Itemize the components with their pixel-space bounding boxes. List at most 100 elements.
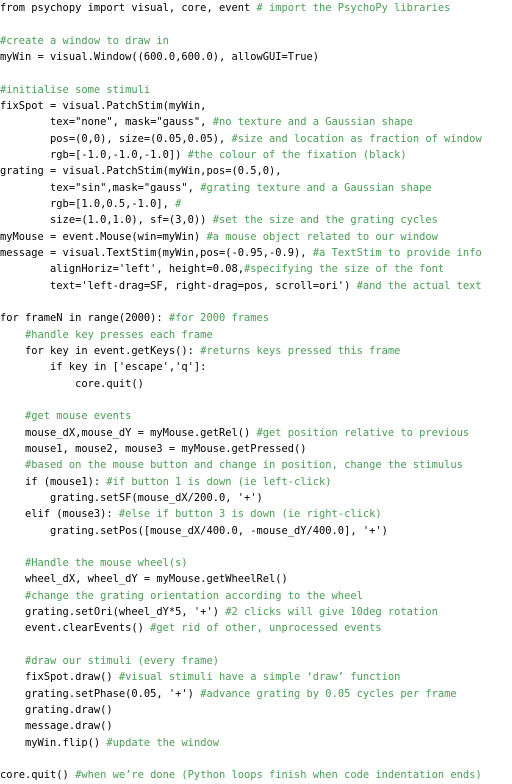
code-comment: #visual stimuli have a simple ‘draw’ fun… bbox=[118, 671, 401, 684]
code-text: wheel_dX, wheel_dY = myMouse.getWheelRel… bbox=[0, 573, 288, 586]
code-comment: #advance grating by 0.05 cycles per fram… bbox=[200, 687, 457, 700]
code-text: grating.setSF(mouse_dX/200.0, '+') bbox=[0, 491, 263, 504]
code-text: myMouse = event.Mouse(win=myWin) bbox=[0, 230, 207, 243]
code-text: for frameN in range(2000): bbox=[0, 312, 169, 325]
code-text: fixSpot = visual.PatchStim(myWin, bbox=[0, 99, 207, 112]
code-line: #get mouse events bbox=[0, 408, 512, 424]
code-comment: #draw our stimuli (every frame) bbox=[0, 655, 219, 668]
code-line: from psychopy import visual, core, event… bbox=[0, 0, 512, 16]
code-comment: #specifying the size of the font bbox=[243, 263, 445, 276]
code-line: grating.draw() bbox=[0, 702, 512, 718]
code-line: elif (mouse3): #else if button 3 is down… bbox=[0, 506, 512, 522]
code-comment: #for 2000 frames bbox=[168, 312, 269, 325]
code-comment: #when we’re done (Python loops finish wh… bbox=[75, 769, 482, 782]
code-line: fixSpot.draw() #visual stimuli have a si… bbox=[0, 669, 512, 685]
code-comment: #if button 1 is down (ie left-click) bbox=[106, 475, 332, 488]
code-line: #handle key presses each frame bbox=[0, 327, 512, 343]
code-line: tex="sin",mask="gauss", #grating texture… bbox=[0, 180, 512, 196]
code-line: if (mouse1): #if button 1 is down (ie le… bbox=[0, 474, 512, 490]
code-line: for frameN in range(2000): #for 2000 fra… bbox=[0, 310, 512, 326]
code-text: from psychopy import visual, core, event bbox=[0, 2, 257, 14]
code-comment: #set the size and the grating cycles bbox=[212, 214, 438, 227]
code-line: #based on the mouse button and change in… bbox=[0, 457, 512, 473]
code-line: mouse_dX,mouse_dY = myMouse.getRel() #ge… bbox=[0, 425, 512, 441]
code-text: grating.setPhase(0.05, '+') bbox=[0, 687, 201, 700]
code-text: if key in ['escape','q']: bbox=[0, 361, 207, 374]
code-text: core.quit() bbox=[0, 377, 144, 390]
code-text: event.clearEvents() bbox=[0, 622, 151, 635]
code-text: grating.draw() bbox=[0, 704, 113, 717]
code-text: mouse_dX,mouse_dY = myMouse.getRel() bbox=[0, 426, 257, 439]
code-line: #Handle the mouse wheel(s) bbox=[0, 555, 512, 571]
code-text: myWin.flip() bbox=[0, 736, 107, 749]
code-line: size=(1.0,1.0), sf=(3,0)) #set the size … bbox=[0, 212, 512, 228]
code-text: pos=(0,0), size=(0.05,0.05), bbox=[0, 132, 232, 145]
code-line: wheel_dX, wheel_dY = myMouse.getWheelRel… bbox=[0, 571, 512, 587]
code-text: tex="none", mask="gauss", bbox=[0, 116, 213, 129]
code-text: message.draw() bbox=[0, 720, 113, 733]
code-line: grating.setPhase(0.05, '+') #advance gra… bbox=[0, 686, 512, 702]
code-comment: #a TextStim to provide info bbox=[312, 246, 482, 259]
code-text: grating.setOri(wheel_dY*5, '+') bbox=[0, 606, 226, 619]
code-text: size=(1.0,1.0), sf=(3,0)) bbox=[0, 214, 213, 227]
code-line: core.quit() #when we’re done (Python loo… bbox=[0, 767, 512, 783]
code-listing: from psychopy import visual, core, event… bbox=[0, 0, 512, 781]
code-text: rgb=[1.0,0.5,-1.0], bbox=[0, 197, 176, 210]
code-comment: #returns keys pressed this frame bbox=[200, 344, 401, 357]
code-comment: #update the window bbox=[106, 736, 219, 749]
code-line: core.quit() bbox=[0, 376, 512, 392]
code-text: alignHoriz='left', height=0.08, bbox=[0, 263, 244, 276]
code-line: mouse1, mouse2, mouse3 = myMouse.getPres… bbox=[0, 441, 512, 457]
code-line: #draw our stimuli (every frame) bbox=[0, 653, 512, 669]
code-line: rgb=[1.0,0.5,-1.0], # bbox=[0, 196, 512, 212]
code-line: pos=(0,0), size=(0.05,0.05), #size and l… bbox=[0, 131, 512, 147]
code-line: #initialise some stimuli bbox=[0, 82, 512, 98]
code-comment: #change the grating orientation accordin… bbox=[0, 589, 363, 602]
code-text: for key in event.getKeys(): bbox=[0, 344, 201, 357]
code-comment: #initialise some stimuli bbox=[0, 83, 151, 96]
code-line: grating = visual.PatchStim(myWin,pos=(0.… bbox=[0, 163, 512, 179]
code-line: #create a window to draw in bbox=[0, 33, 512, 49]
code-text: myWin = visual.Window((600.0,600.0), all… bbox=[0, 50, 320, 63]
code-text: elif (mouse3): bbox=[0, 508, 119, 521]
code-comment: #get mouse events bbox=[0, 410, 132, 423]
code-comment: #handle key presses each frame bbox=[0, 328, 213, 341]
code-text: mouse1, mouse2, mouse3 = myMouse.getPres… bbox=[0, 442, 307, 455]
code-comment: #2 clicks will give 10deg rotation bbox=[225, 606, 438, 619]
code-comment: #else if button 3 is down (ie right-clic… bbox=[118, 508, 382, 521]
code-line: myWin = visual.Window((600.0,600.0), all… bbox=[0, 49, 512, 65]
code-comment: #based on the mouse button and change in… bbox=[0, 459, 463, 472]
code-line: myMouse = event.Mouse(win=myWin) #a mous… bbox=[0, 229, 512, 245]
code-comment: #get position relative to previous bbox=[256, 426, 470, 439]
code-line: message.draw() bbox=[0, 718, 512, 734]
code-text: fixSpot.draw() bbox=[0, 671, 119, 684]
code-line: event.clearEvents() #get rid of other, u… bbox=[0, 620, 512, 636]
code-line: grating.setOri(wheel_dY*5, '+') #2 click… bbox=[0, 604, 512, 620]
code-line: message = visual.TextStim(myWin,pos=(-0.… bbox=[0, 245, 512, 261]
code-line: text='left-drag=SF, right-drag=pos, scro… bbox=[0, 278, 512, 294]
code-line: grating.setPos([mouse_dX/400.0, -mouse_d… bbox=[0, 523, 512, 539]
code-text: text='left-drag=SF, right-drag=pos, scro… bbox=[0, 279, 357, 292]
code-line: for key in event.getKeys(): #returns key… bbox=[0, 343, 512, 359]
code-line: tex="none", mask="gauss", #no texture an… bbox=[0, 114, 512, 130]
code-line: alignHoriz='left', height=0.08,#specifyi… bbox=[0, 261, 512, 277]
code-comment: # import the PsychoPy libraries bbox=[256, 2, 451, 14]
code-line: grating.setSF(mouse_dX/200.0, '+') bbox=[0, 490, 512, 506]
code-comment: #create a window to draw in bbox=[0, 34, 169, 47]
code-line: if key in ['escape','q']: bbox=[0, 359, 512, 375]
code-comment: #get rid of other, unprocessed events bbox=[150, 622, 382, 635]
code-comment: # bbox=[175, 197, 182, 210]
code-comment: #a mouse object related to our window bbox=[206, 230, 438, 243]
code-text: rgb=[-1.0,-1.0,-1.0]) bbox=[0, 148, 188, 161]
code-comment: #size and location as fraction of window bbox=[231, 132, 482, 145]
code-text: grating = visual.PatchStim(myWin,pos=(0.… bbox=[0, 165, 282, 178]
code-text: core.quit() bbox=[0, 769, 76, 782]
code-comment: #grating texture and a Gaussian shape bbox=[200, 181, 432, 194]
code-line: fixSpot = visual.PatchStim(myWin, bbox=[0, 98, 512, 114]
code-text: tex="sin",mask="gauss", bbox=[0, 181, 201, 194]
